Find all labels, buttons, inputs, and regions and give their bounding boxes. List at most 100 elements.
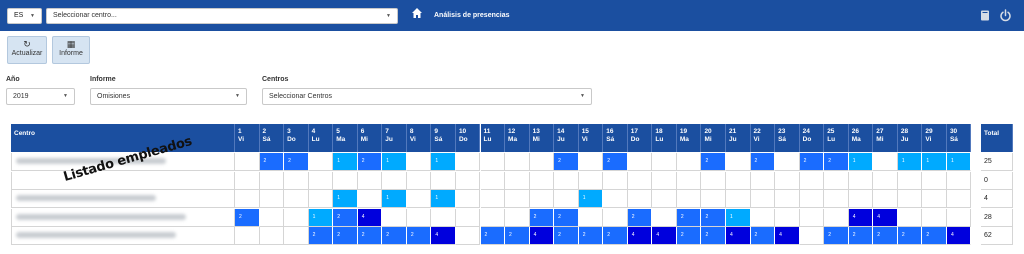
table-cell[interactable]: 4 [652, 227, 677, 245]
table-cell[interactable]: 4 [627, 227, 653, 245]
table-row-name[interactable] [11, 190, 235, 208]
table-cell [946, 208, 972, 227]
year-select[interactable]: 2019 ▼ [6, 88, 75, 105]
table-cell[interactable]: 2 [235, 208, 260, 227]
table-cell[interactable]: 2 [603, 227, 628, 245]
table-cell[interactable]: 4 [873, 208, 898, 227]
table-cell[interactable]: 2 [406, 227, 432, 245]
table-cell[interactable]: 2 [627, 208, 653, 227]
table-cell[interactable]: 2 [799, 153, 825, 171]
table-cell[interactable]: 1 [578, 190, 604, 208]
table-cell[interactable]: 2 [308, 227, 334, 245]
table-cell[interactable]: 2 [505, 227, 530, 245]
table-cell[interactable]: 2 [529, 208, 555, 227]
cell-value: 2 [828, 232, 831, 238]
book-icon[interactable] [980, 10, 990, 21]
table-cell[interactable]: 4 [848, 208, 874, 227]
table-cell[interactable]: 1 [333, 190, 358, 208]
table-cell[interactable]: 2 [284, 153, 309, 171]
table-cell[interactable]: 2 [333, 227, 358, 245]
table-cell [873, 190, 898, 208]
table-cell[interactable]: 2 [603, 153, 628, 171]
cell-value: 2 [337, 232, 340, 238]
home-icon[interactable] [411, 7, 423, 19]
table-cell [775, 190, 800, 208]
table-cell[interactable]: 2 [750, 227, 776, 245]
table-cell[interactable]: 4 [775, 227, 800, 245]
table-cell[interactable]: 1 [946, 153, 972, 171]
table-cell [505, 153, 530, 171]
table-cell[interactable]: 1 [308, 208, 334, 227]
top-bar: ES ▼ Seleccionar centro... ▼ Análisis de… [0, 0, 1024, 31]
report-select[interactable]: Omisiones ▼ [90, 88, 247, 105]
cell-value: 2 [705, 213, 709, 220]
table-cell[interactable]: 1 [922, 153, 947, 171]
column-header-day: 2 Sá [259, 124, 285, 152]
centers-select[interactable]: Seleccionar Centros ▼ [262, 88, 592, 105]
day-weekday: Sá [778, 136, 787, 143]
table-cell[interactable]: 4 [431, 227, 456, 245]
cell-value: 2 [803, 158, 807, 164]
table-cell [259, 190, 285, 208]
table-cell [554, 190, 579, 208]
table-cell[interactable]: 2 [333, 208, 358, 227]
table-cell[interactable]: 1 [333, 153, 358, 171]
table-cell[interactable]: 2 [824, 153, 849, 171]
table-row-name[interactable] [11, 227, 235, 245]
table-cell[interactable]: 2 [382, 227, 407, 245]
table-cell[interactable]: 1 [848, 153, 874, 171]
table-cell[interactable]: 2 [873, 227, 898, 245]
cell-value: 1 [435, 195, 439, 201]
table-cell [799, 227, 825, 245]
table-cell[interactable]: 2 [554, 227, 579, 245]
table-row-name[interactable] [11, 208, 235, 227]
day-number: 10 [458, 128, 467, 135]
table-cell [235, 153, 260, 171]
table-cell[interactable]: 4 [529, 227, 555, 245]
year-label: Año [6, 76, 20, 83]
table-cell[interactable]: 2 [701, 227, 726, 245]
table-cell[interactable]: 4 [726, 227, 751, 245]
table-cell[interactable]: 2 [824, 227, 849, 245]
refresh-button[interactable]: ↻ Actualizar [7, 36, 47, 64]
row-total: 25 [981, 153, 1013, 171]
table-cell[interactable]: 2 [701, 208, 726, 227]
table-cell[interactable]: 2 [578, 227, 604, 245]
table-cell[interactable]: 2 [554, 153, 579, 171]
table-row-name[interactable] [11, 171, 235, 190]
table-cell[interactable]: 2 [848, 227, 874, 245]
power-icon[interactable] [999, 9, 1012, 22]
table-cell[interactable]: 1 [431, 153, 456, 171]
table-cell[interactable]: 1 [897, 153, 923, 171]
table-cell[interactable]: 2 [259, 153, 285, 171]
column-header-day: 17 Do [627, 124, 653, 152]
column-header-day: 23 Sá [775, 124, 800, 152]
table-cell[interactable]: 1 [382, 190, 407, 208]
cell-value: 2 [484, 232, 488, 238]
day-number: 4 [311, 128, 316, 135]
cell-value: 4 [631, 232, 635, 238]
day-number: 19 [679, 128, 688, 135]
table-cell[interactable]: 2 [701, 153, 726, 171]
table-cell[interactable]: 2 [750, 153, 776, 171]
table-cell[interactable]: 2 [554, 208, 579, 227]
table-cell [480, 153, 506, 171]
table-cell[interactable]: 2 [357, 227, 383, 245]
table-cell[interactable]: 2 [357, 153, 383, 171]
column-header-day: 8 Vi [406, 124, 432, 152]
table-cell[interactable]: 4 [946, 227, 972, 245]
table-cell[interactable]: 1 [726, 208, 751, 227]
report-button[interactable]: ▦ Informe [52, 36, 90, 64]
language-select[interactable]: ES ▼ [7, 8, 42, 24]
table-cell[interactable]: 2 [676, 208, 702, 227]
table-cell[interactable]: 4 [357, 208, 383, 227]
table-cell[interactable]: 1 [382, 153, 407, 171]
day-weekday: Do [287, 136, 296, 143]
center-select[interactable]: Seleccionar centro... ▼ [46, 8, 398, 24]
table-cell[interactable]: 2 [480, 227, 506, 245]
table-cell[interactable]: 2 [676, 227, 702, 245]
table-cell[interactable]: 1 [431, 190, 456, 208]
table-cell[interactable]: 2 [922, 227, 947, 245]
table-cell[interactable]: 2 [897, 227, 923, 245]
day-number: 21 [729, 128, 737, 135]
